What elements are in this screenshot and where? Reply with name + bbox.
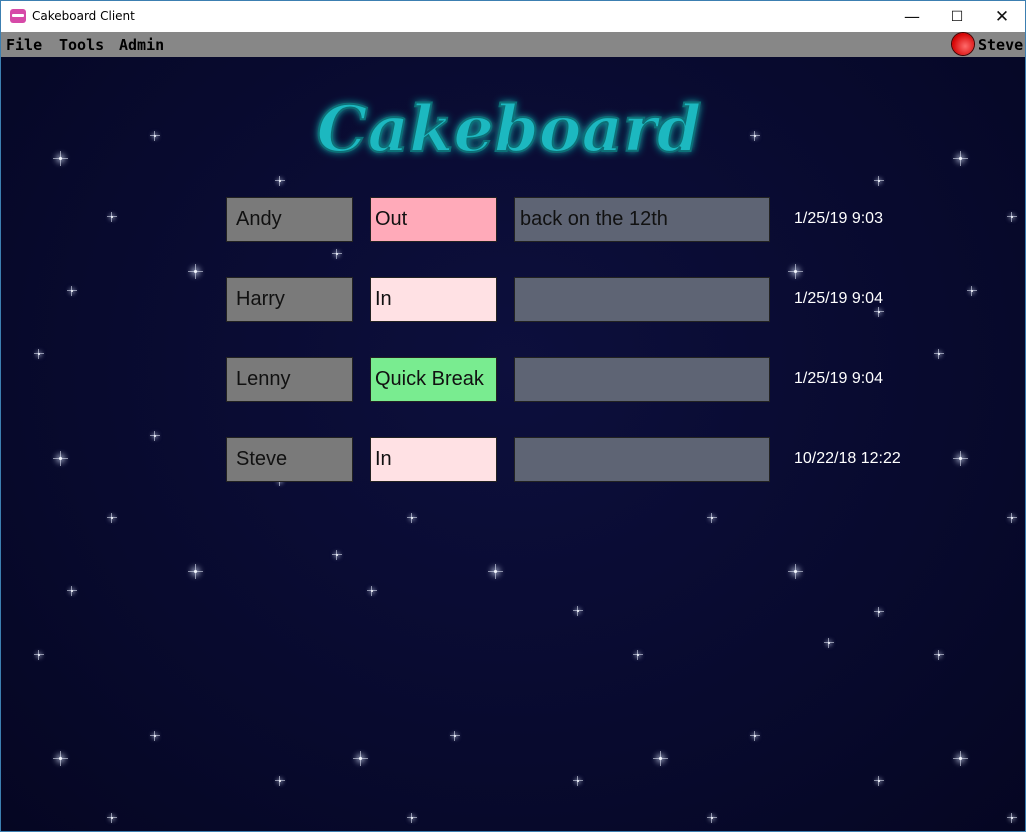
star-decoration — [407, 813, 417, 823]
employee-name: Andy — [226, 197, 353, 242]
star-decoration — [874, 607, 884, 617]
star-decoration — [874, 307, 884, 317]
status-field[interactable]: In — [370, 437, 497, 482]
star-decoration — [788, 564, 803, 579]
close-button[interactable]: ✕ — [979, 1, 1025, 32]
star-decoration — [53, 751, 68, 766]
status-field[interactable]: Out — [370, 197, 497, 242]
star-decoration — [67, 286, 77, 296]
current-user-name[interactable]: Steve — [978, 36, 1023, 54]
star-decoration — [275, 776, 285, 786]
cakeboard-logo: Cakeboard — [316, 63, 703, 183]
star-decoration — [788, 264, 803, 279]
star-decoration — [953, 451, 968, 466]
star-decoration — [107, 513, 117, 523]
star-decoration — [934, 650, 944, 660]
last-updated-timestamp: 10/22/18 12:22 — [794, 450, 901, 467]
employee-name: Harry — [226, 277, 353, 322]
star-decoration — [34, 349, 44, 359]
status-field[interactable]: Quick Break — [370, 357, 497, 402]
star-decoration — [53, 151, 68, 166]
note-field[interactable] — [514, 437, 770, 482]
star-decoration — [332, 249, 342, 259]
menu-tools[interactable]: Tools — [59, 36, 104, 54]
star-decoration — [53, 451, 68, 466]
note-field[interactable]: back on the 12th — [514, 197, 770, 242]
star-decoration — [1007, 212, 1017, 222]
star-decoration — [67, 586, 77, 596]
note-field[interactable] — [514, 357, 770, 402]
star-decoration — [367, 586, 377, 596]
star-decoration — [707, 513, 717, 523]
star-decoration — [874, 776, 884, 786]
star-decoration — [934, 349, 944, 359]
star-decoration — [150, 431, 160, 441]
app-icon — [10, 9, 26, 23]
user-status-indicator[interactable] — [952, 33, 974, 55]
star-decoration — [150, 731, 160, 741]
star-decoration — [450, 731, 460, 741]
logo-graphic: Cakeboard — [316, 91, 703, 168]
maximize-button[interactable]: ☐ — [934, 1, 980, 32]
star-decoration — [1007, 513, 1017, 523]
star-decoration — [707, 813, 717, 823]
star-decoration — [488, 564, 503, 579]
star-decoration — [573, 776, 583, 786]
last-updated-timestamp: 1/25/19 9:03 — [794, 210, 883, 227]
star-decoration — [353, 751, 368, 766]
last-updated-timestamp: 1/25/19 9:04 — [794, 290, 883, 307]
star-decoration — [150, 131, 160, 141]
app-window: Cakeboard Client — ☐ ✕ File Tools Admin … — [0, 0, 1026, 832]
menu-bar: File Tools Admin Steve — [1, 32, 1025, 57]
window-title: Cakeboard Client — [32, 9, 135, 23]
star-decoration — [107, 813, 117, 823]
star-decoration — [188, 564, 203, 579]
note-field[interactable] — [514, 277, 770, 322]
status-field[interactable]: In — [370, 277, 497, 322]
title-bar: Cakeboard Client — ☐ ✕ — [1, 1, 1025, 32]
star-decoration — [750, 131, 760, 141]
star-decoration — [34, 650, 44, 660]
star-decoration — [573, 606, 583, 616]
board-area: Cakeboard Andy Out back on the 12th 1/25/19… — [1, 57, 1025, 831]
star-decoration — [750, 731, 760, 741]
star-decoration — [332, 550, 342, 560]
menu-file[interactable]: File — [6, 36, 42, 54]
star-decoration — [107, 212, 117, 222]
minimize-button[interactable]: — — [889, 1, 935, 32]
last-updated-timestamp: 1/25/19 9:04 — [794, 370, 883, 387]
star-decoration — [967, 286, 977, 296]
star-decoration — [1007, 813, 1017, 823]
star-decoration — [633, 650, 643, 660]
star-decoration — [188, 264, 203, 279]
star-decoration — [653, 751, 668, 766]
menu-admin[interactable]: Admin — [119, 36, 164, 54]
star-decoration — [407, 513, 417, 523]
star-decoration — [953, 751, 968, 766]
employee-name: Lenny — [226, 357, 353, 402]
star-decoration — [824, 638, 834, 648]
employee-name: Steve — [226, 437, 353, 482]
logo-text: Cakeboard — [317, 92, 702, 167]
star-decoration — [874, 176, 884, 186]
star-decoration — [275, 176, 285, 186]
star-decoration — [953, 151, 968, 166]
